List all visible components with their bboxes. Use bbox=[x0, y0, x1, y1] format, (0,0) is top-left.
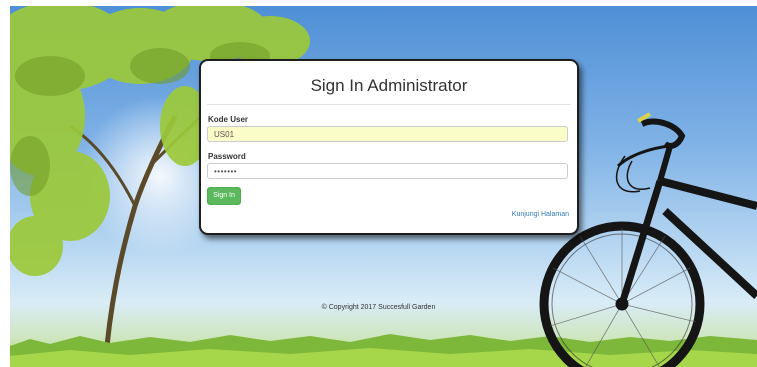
bicycle-stem bbox=[657, 145, 673, 182]
visit-page-link[interactable]: Kunjungi Halaman bbox=[512, 211, 569, 218]
signin-card: Sign In Administrator Kode User US01 Pas… bbox=[199, 59, 579, 235]
bicycle-handlebar bbox=[640, 118, 686, 149]
title-divider bbox=[207, 104, 571, 105]
page-background: Sign In Administrator Kode User US01 Pas… bbox=[10, 6, 757, 367]
password-input[interactable]: ••••••• bbox=[207, 163, 568, 179]
signin-button[interactable]: Sign In bbox=[207, 187, 241, 205]
user-code-label: Kode User bbox=[208, 115, 249, 124]
bicycle-cable bbox=[615, 155, 641, 193]
copyright-footer: © Copyright 2017 Succesfull Garden bbox=[321, 304, 436, 311]
bicycle-fork bbox=[618, 179, 664, 306]
user-code-input[interactable]: US01 bbox=[207, 126, 568, 142]
signin-title: Sign In Administrator bbox=[310, 76, 468, 95]
password-label: Password bbox=[208, 152, 246, 161]
bicycle-frame bbox=[659, 177, 757, 210]
